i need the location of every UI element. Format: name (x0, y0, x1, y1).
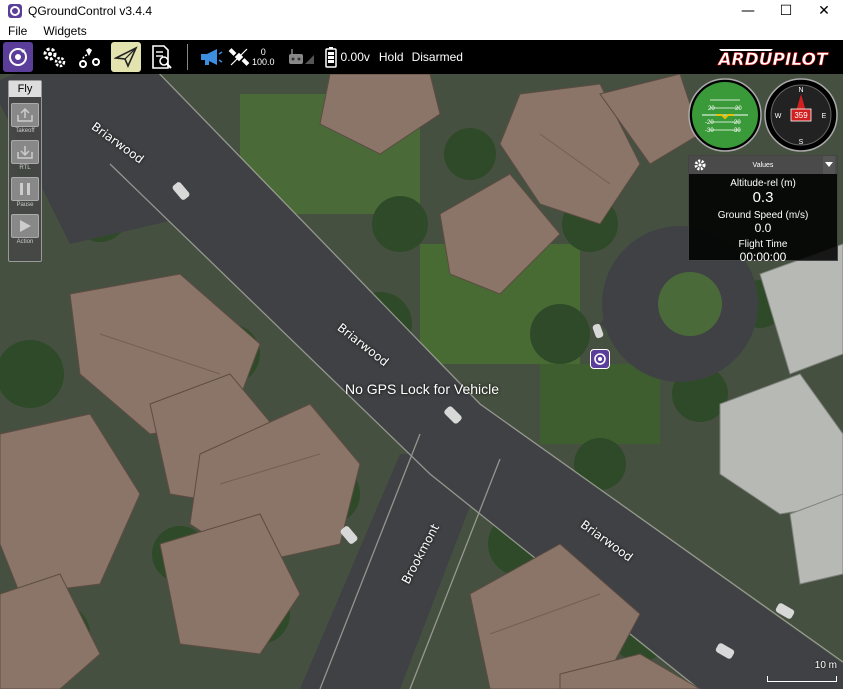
flight-mode[interactable]: Hold (379, 50, 404, 64)
compass-w: W (775, 113, 782, 120)
satellite-icon (228, 48, 250, 66)
vehicle-marker[interactable] (590, 349, 610, 369)
menu-widgets[interactable]: Widgets (35, 24, 94, 38)
attitude-mark: -20 (732, 120, 741, 126)
map-scale: 10 m (767, 660, 837, 688)
values-widget: Values Altitude-rel (m) 0.3 Ground Speed… (688, 155, 838, 264)
document-search-icon (152, 45, 172, 69)
waypoint-path-icon (79, 48, 100, 68)
action-button[interactable] (11, 214, 39, 238)
attitude-mark: 20 (708, 106, 715, 112)
compass-n: N (798, 87, 803, 94)
app-icon (8, 4, 22, 18)
fly-button[interactable] (111, 42, 141, 72)
messages-button[interactable] (196, 42, 226, 72)
compass: N E S W 359 (764, 78, 838, 152)
ardupilot-logo: ARDUPILOT (716, 49, 829, 69)
close-button[interactable]: ✕ (805, 0, 843, 22)
vehicle-icon (594, 353, 606, 365)
menu-file[interactable]: File (0, 24, 35, 38)
gps-count: 0 (260, 47, 266, 57)
gear-icon[interactable] (693, 158, 707, 172)
instrument-panel: 20 20 -20 -20 -30 -30 N E S W 359 (688, 78, 838, 152)
ground-speed-value: 0.0 (754, 221, 772, 235)
caret-down-icon (825, 162, 833, 167)
scale-label: 10 m (814, 660, 837, 671)
paper-plane-icon (114, 46, 138, 68)
pause-label: Pause (16, 202, 34, 208)
gps-hdop: 100.0 (252, 57, 275, 67)
qgc-logo-icon (9, 48, 27, 66)
values-dropdown[interactable] (823, 156, 835, 174)
attitude-mark: -30 (732, 128, 741, 134)
values-title: Values (752, 161, 774, 169)
plan-button[interactable] (75, 42, 105, 72)
gps-status[interactable]: 0 100.0 (228, 46, 275, 68)
minimize-button[interactable]: — (729, 0, 767, 22)
ardupilot-logo-text: ARDUPILOT (716, 50, 829, 69)
battery-voltage: 0.00v (340, 50, 370, 64)
toolbar-separator (187, 44, 188, 70)
qgc-logo-button[interactable] (3, 42, 33, 72)
analyze-button[interactable] (147, 42, 177, 72)
menu-bar: File Widgets (0, 22, 843, 40)
window-titlebar: QGroundControl v3.4.4 — ☐ ✕ (0, 0, 843, 22)
ground-speed-label: Ground Speed (m/s) (717, 210, 809, 221)
flight-time-label: Flight Time (738, 239, 788, 250)
fly-tool-panel: Fly Takeoff RTL Pause Action (8, 80, 42, 262)
battery-icon (324, 47, 337, 68)
compass-heading: 359 (794, 111, 808, 120)
no-gps-message: No GPS Lock for Vehicle (344, 381, 500, 397)
attitude-mark: -20 (705, 120, 714, 126)
arm-state[interactable]: Disarmed (412, 50, 463, 64)
values-header: Values (689, 156, 837, 174)
compass-e: E (822, 113, 827, 120)
settings-button[interactable] (39, 42, 69, 72)
play-icon (20, 220, 31, 232)
rc-transmitter-icon (288, 49, 314, 64)
rtl-icon (17, 146, 33, 159)
attitude-mark: 20 (735, 106, 742, 112)
maximize-button[interactable]: ☐ (767, 0, 805, 22)
takeoff-button[interactable] (11, 103, 39, 127)
action-label: Action (16, 239, 34, 245)
pause-icon (20, 183, 30, 195)
attitude-mark: -30 (705, 128, 714, 134)
fly-panel-title: Fly (9, 81, 41, 97)
flight-time-value: 00:00:00 (739, 250, 787, 264)
pause-button[interactable] (11, 177, 39, 201)
altitude-value: 0.3 (752, 189, 774, 206)
megaphone-icon (201, 49, 223, 65)
takeoff-icon (17, 107, 33, 122)
rtl-label: RTL (19, 165, 31, 171)
takeoff-label: Takeoff (15, 128, 35, 134)
attitude-indicator: 20 20 -20 -20 -30 -30 (688, 78, 762, 152)
battery-status[interactable]: 0.00v (324, 46, 370, 68)
window-title: QGroundControl v3.4.4 (28, 4, 153, 18)
altitude-label: Altitude-rel (m) (730, 178, 796, 189)
scale-bar (767, 676, 837, 682)
gears-icon (43, 47, 66, 68)
compass-s: S (799, 139, 804, 146)
window-controls: — ☐ ✕ (729, 0, 843, 22)
rtl-button[interactable] (11, 140, 39, 164)
rc-rssi-status[interactable] (287, 47, 315, 67)
